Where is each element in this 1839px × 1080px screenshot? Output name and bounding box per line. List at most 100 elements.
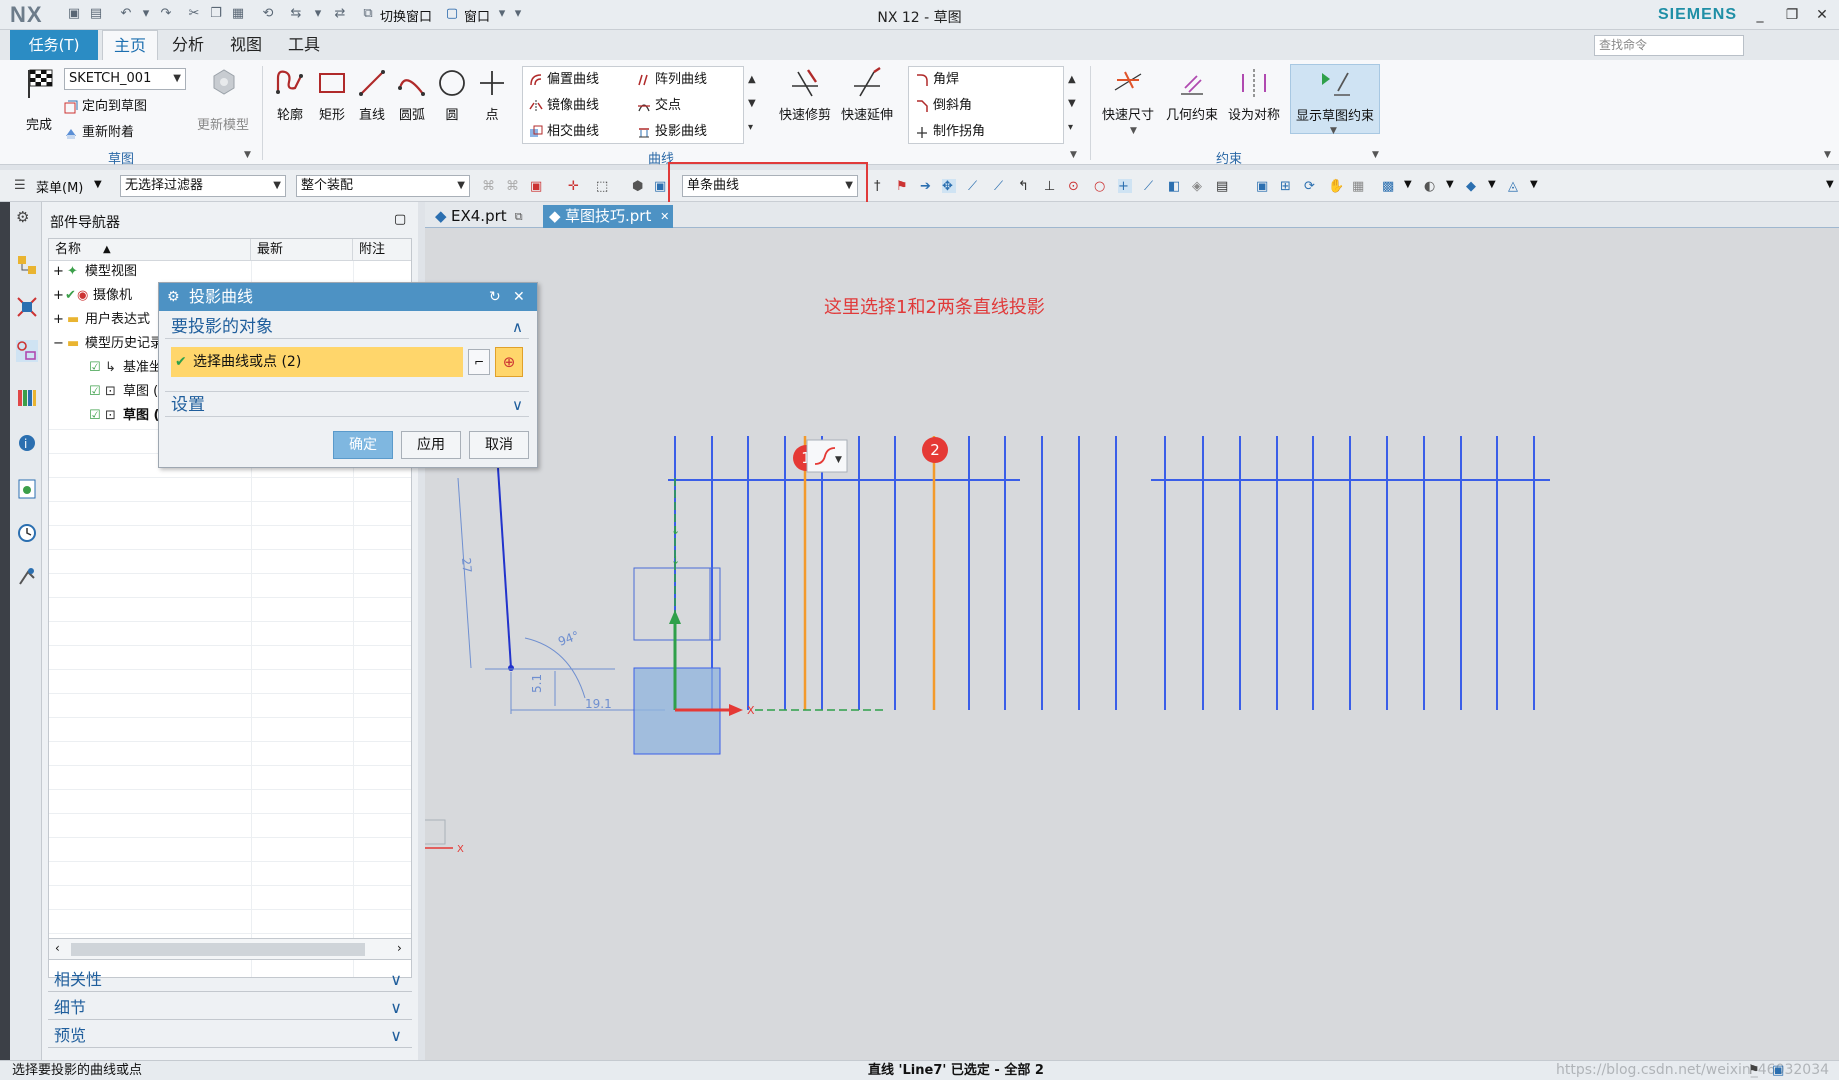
snap-intersection-icon[interactable]: ⊥: [1044, 179, 1058, 194]
chamfer-button[interactable]: 倒斜角: [915, 95, 972, 117]
sketch-curve-button[interactable]: ⌐: [468, 349, 490, 375]
fillet-button[interactable]: 角焊: [915, 69, 959, 91]
window-menu-button[interactable]: 窗口: [464, 6, 490, 25]
column-header-name[interactable]: 名称 ▲: [49, 239, 251, 261]
view-triad-icon[interactable]: ◬: [1508, 179, 1522, 194]
reset-icon[interactable]: ↻: [489, 283, 501, 311]
menu-button[interactable]: 菜单(M): [36, 177, 83, 196]
history-clock-icon[interactable]: [16, 522, 38, 544]
project-curve-button[interactable]: 投影曲线: [637, 121, 707, 143]
show-sketch-constraints-button[interactable]: 显示草图约束: [1290, 64, 1380, 134]
snap-end-icon[interactable]: †: [874, 179, 888, 194]
snap-center-icon[interactable]: ⊙: [1068, 179, 1082, 194]
panel-preview[interactable]: 预览 ∨: [48, 1024, 412, 1048]
chevron-down-icon[interactable]: ∨: [512, 392, 523, 418]
point-button[interactable]: 点: [472, 64, 512, 134]
body-icon[interactable]: ▣: [654, 179, 668, 194]
save-all-icon[interactable]: ▤: [88, 6, 104, 22]
profile-button[interactable]: 轮廓: [270, 64, 310, 134]
snap-on-curve-icon[interactable]: ⟋: [1144, 179, 1158, 194]
expand-icon[interactable]: +: [53, 261, 64, 283]
dialog-title-bar[interactable]: ⚙ 投影曲线 ↻ ✕: [159, 283, 537, 311]
group-expand-icon[interactable]: ▼: [244, 150, 251, 160]
tab-home[interactable]: 主页: [102, 30, 158, 60]
offset-curve-button[interactable]: 偏置曲线: [529, 69, 599, 91]
assembly-navigator-icon[interactable]: [16, 254, 38, 276]
tab-tools[interactable]: 工具: [276, 30, 332, 60]
selection-scope-select[interactable]: 整个装配 ▼: [296, 175, 470, 197]
curve-gallery-scroll[interactable]: ▲ ▼ ▾: [748, 68, 760, 144]
line-button[interactable]: 直线: [352, 64, 392, 134]
snap-endpoint-icon[interactable]: ⟋: [968, 179, 982, 194]
chevron-down-icon[interactable]: ▼: [1446, 179, 1460, 193]
select-feature-icon[interactable]: ▣: [530, 179, 544, 194]
snap-enable-icon[interactable]: ✥: [942, 179, 956, 194]
navigator-maximize-icon[interactable]: ▢: [394, 212, 406, 227]
chevron-down-icon[interactable]: ▼: [835, 455, 842, 465]
scroll-right-icon[interactable]: ›: [397, 941, 402, 955]
intersection-point-button[interactable]: 交点: [637, 95, 681, 117]
chevron-down-icon[interactable]: ▼: [1130, 126, 1137, 136]
tree-row-model-views[interactable]: + ✦ 模型视图: [49, 261, 411, 283]
save-icon[interactable]: ▣: [66, 6, 82, 22]
cancel-button[interactable]: 取消: [469, 431, 529, 459]
pattern-curve-button[interactable]: 阵列曲线: [637, 69, 707, 91]
circle-button[interactable]: 圆: [432, 64, 472, 134]
navigator-horizontal-scrollbar[interactable]: ‹ ›: [48, 938, 412, 960]
constraint-navigator-icon[interactable]: [16, 296, 38, 318]
filter-reset-icon[interactable]: ⌘: [506, 179, 520, 194]
apply-button[interactable]: 应用: [401, 431, 461, 459]
chevron-down-icon[interactable]: ▾: [494, 6, 510, 22]
ribbon-options-icon[interactable]: ▼: [1824, 150, 1831, 160]
chevron-down-icon[interactable]: ▼: [94, 179, 102, 190]
selection-filter-select[interactable]: 无选择过滤器 ▼: [120, 175, 286, 197]
task-tab[interactable]: 任务(T): [10, 30, 98, 60]
group-expand-icon[interactable]: ▼: [1372, 150, 1379, 160]
chevron-down-icon[interactable]: ▼: [1488, 179, 1502, 193]
chevron-down-icon[interactable]: ▼: [1404, 179, 1418, 193]
make-symmetric-button[interactable]: 设为对称: [1224, 64, 1284, 134]
finish-flag-icon[interactable]: ⚑: [1748, 1061, 1760, 1080]
panel-details[interactable]: 细节 ∨: [48, 996, 412, 1020]
snap-midpoint-icon[interactable]: ⟋: [994, 179, 1008, 194]
rectangle-button[interactable]: 矩形: [312, 64, 352, 134]
zoom-icon[interactable]: ⊞: [1280, 179, 1294, 194]
orient-to-sketch-button[interactable]: 定向到草图: [64, 96, 147, 118]
checkbox-checked-icon[interactable]: ☑: [89, 357, 101, 379]
objects-to-project-section[interactable]: 要投影的对象 ∧: [165, 315, 529, 339]
reuse-library-icon[interactable]: [16, 386, 38, 408]
doc-tab-ex4[interactable]: ◆ EX4.prt ⧉: [429, 205, 529, 228]
group-expand-icon[interactable]: ▼: [1070, 150, 1077, 160]
checkbox-checked-icon[interactable]: ☑: [89, 381, 101, 403]
solid-icon[interactable]: ⬢: [632, 179, 646, 194]
snap-tool-icon[interactable]: ⚑: [896, 179, 910, 194]
length-dimension[interactable]: 27: [459, 557, 474, 573]
corner-gallery-scroll[interactable]: ▲ ▼ ▾: [1068, 68, 1080, 144]
orient-view-icon[interactable]: ▦: [1352, 179, 1366, 194]
status-window-icon[interactable]: ▣: [1772, 1061, 1784, 1080]
touch-mode-icon[interactable]: ⇆: [288, 6, 304, 22]
panel-dependencies[interactable]: 相关性 ∨: [48, 968, 412, 992]
box-select-icon[interactable]: ⬚: [596, 179, 610, 194]
repeat-command-icon[interactable]: ⟲: [260, 6, 276, 22]
cut-icon[interactable]: ✂: [186, 6, 202, 22]
command-search-input[interactable]: 查找命令: [1594, 35, 1744, 56]
close-tab-icon[interactable]: ✕: [660, 205, 669, 228]
snap-point-icon[interactable]: +: [1118, 179, 1132, 194]
undo-dropdown-icon[interactable]: ▾: [138, 6, 154, 22]
quick-extend-button[interactable]: 快速延伸: [836, 64, 898, 134]
fit-view-icon[interactable]: ▣: [1256, 179, 1270, 194]
redo-icon[interactable]: ↷: [158, 6, 174, 22]
paste-icon[interactable]: ▦: [230, 6, 246, 22]
height-dimension[interactable]: 5.1: [530, 674, 544, 693]
chevron-down-icon[interactable]: ▼: [1530, 179, 1544, 193]
undo-icon[interactable]: ↶: [118, 6, 134, 22]
close-window-button[interactable]: ✕: [1808, 4, 1836, 26]
sketch-canvas[interactable]: 1 2 94° 27 5.1 19.1 X ↓ ↓ ▼ X Y: [425, 228, 1839, 1060]
tab-view[interactable]: 视图: [218, 30, 274, 60]
point-dialog-button[interactable]: ⊕: [495, 347, 523, 377]
close-icon[interactable]: ✕: [513, 283, 525, 311]
width-dimension[interactable]: 19.1: [585, 697, 612, 711]
settings-gear-icon[interactable]: ⚙: [16, 208, 29, 226]
part-navigator-icon[interactable]: [16, 340, 38, 362]
